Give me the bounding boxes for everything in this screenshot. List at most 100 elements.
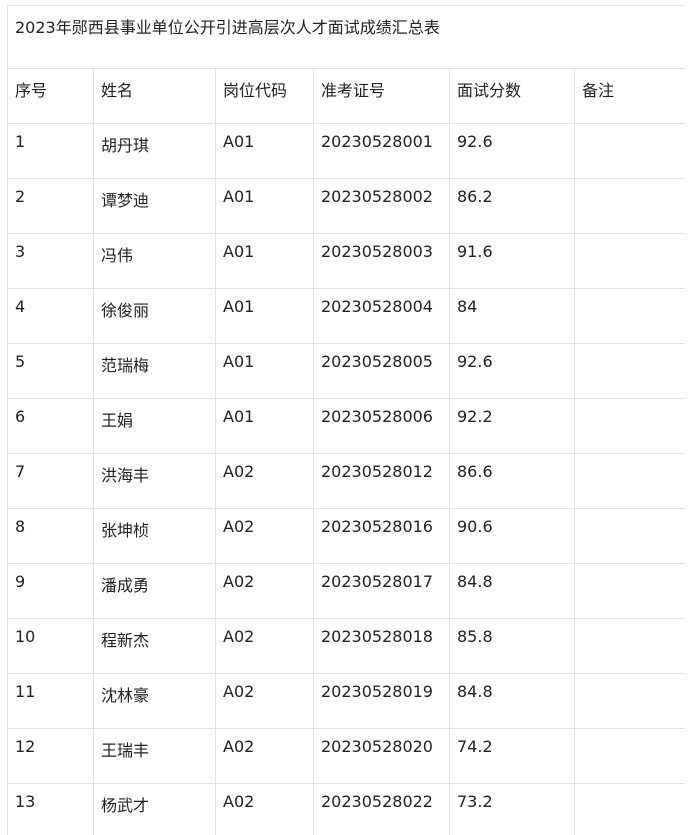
header-post-code: 岗位代码 — [216, 69, 314, 124]
cell-post-code: A01 — [216, 179, 314, 234]
table-row: 7洪海丰A022023052801286.6 — [8, 454, 686, 509]
cell-score: 84 — [450, 289, 575, 344]
cell-post-code: A02 — [216, 509, 314, 564]
cell-ticket-number: 20230528012 — [314, 454, 450, 509]
cell-seq: 1 — [8, 124, 94, 179]
cell-ticket-number: 20230528006 — [314, 399, 450, 454]
cell-name: 洪海丰 — [94, 454, 216, 509]
cell-score: 84.8 — [450, 564, 575, 619]
cell-post-code: A02 — [216, 564, 314, 619]
cell-remarks — [575, 289, 686, 344]
cell-seq: 5 — [8, 344, 94, 399]
table-row: 1胡丹琪A012023052800192.6 — [8, 124, 686, 179]
cell-post-code: A02 — [216, 729, 314, 784]
header-name: 姓名 — [94, 69, 216, 124]
cell-ticket-number: 20230528018 — [314, 619, 450, 674]
table-title: 2023年郧西县事业单位公开引进高层次人才面试成绩汇总表 — [8, 6, 686, 69]
cell-post-code: A01 — [216, 124, 314, 179]
cell-post-code: A02 — [216, 454, 314, 509]
table-row: 9潘成勇A022023052801784.8 — [8, 564, 686, 619]
cell-seq: 2 — [8, 179, 94, 234]
cell-name: 冯伟 — [94, 234, 216, 289]
cell-score: 84.8 — [450, 674, 575, 729]
cell-post-code: A02 — [216, 674, 314, 729]
cell-ticket-number: 20230528022 — [314, 784, 450, 835]
cell-seq: 10 — [8, 619, 94, 674]
cell-name: 范瑞梅 — [94, 344, 216, 399]
cell-ticket-number: 20230528020 — [314, 729, 450, 784]
cell-remarks — [575, 674, 686, 729]
cell-score: 92.6 — [450, 344, 575, 399]
cell-ticket-number: 20230528019 — [314, 674, 450, 729]
cell-name: 胡丹琪 — [94, 124, 216, 179]
cell-ticket-number: 20230528002 — [314, 179, 450, 234]
cell-remarks — [575, 729, 686, 784]
cell-remarks — [575, 509, 686, 564]
cell-score: 90.6 — [450, 509, 575, 564]
cell-ticket-number: 20230528001 — [314, 124, 450, 179]
cell-seq: 12 — [8, 729, 94, 784]
cell-ticket-number: 20230528017 — [314, 564, 450, 619]
cell-score: 92.2 — [450, 399, 575, 454]
title-row: 2023年郧西县事业单位公开引进高层次人才面试成绩汇总表 — [8, 6, 686, 69]
table-row: 13杨武才A022023052802273.2 — [8, 784, 686, 835]
table-row: 11沈林豪A022023052801984.8 — [8, 674, 686, 729]
cell-name: 杨武才 — [94, 784, 216, 835]
cell-score: 85.8 — [450, 619, 575, 674]
cell-post-code: A01 — [216, 234, 314, 289]
table-row: 5范瑞梅A012023052800592.6 — [8, 344, 686, 399]
cell-remarks — [575, 234, 686, 289]
cell-post-code: A02 — [216, 784, 314, 835]
cell-remarks — [575, 784, 686, 835]
cell-score: 92.6 — [450, 124, 575, 179]
cell-ticket-number: 20230528004 — [314, 289, 450, 344]
cell-ticket-number: 20230528016 — [314, 509, 450, 564]
cell-seq: 8 — [8, 509, 94, 564]
cell-ticket-number: 20230528005 — [314, 344, 450, 399]
table-row: 10程新杰A022023052801885.8 — [8, 619, 686, 674]
cell-remarks — [575, 454, 686, 509]
cell-score: 86.2 — [450, 179, 575, 234]
cell-name: 王瑞丰 — [94, 729, 216, 784]
results-table-body: 2023年郧西县事业单位公开引进高层次人才面试成绩汇总表 序号 姓名 岗位代码 … — [8, 6, 686, 835]
cell-post-code: A01 — [216, 289, 314, 344]
cell-remarks — [575, 179, 686, 234]
cell-seq: 11 — [8, 674, 94, 729]
cell-seq: 7 — [8, 454, 94, 509]
cell-score: 73.2 — [450, 784, 575, 835]
cell-score: 91.6 — [450, 234, 575, 289]
cell-seq: 3 — [8, 234, 94, 289]
cell-name: 张坤桢 — [94, 509, 216, 564]
cell-score: 86.6 — [450, 454, 575, 509]
table-row: 6王娟A012023052800692.2 — [8, 399, 686, 454]
cell-post-code: A01 — [216, 344, 314, 399]
cell-name: 谭梦迪 — [94, 179, 216, 234]
cell-seq: 9 — [8, 564, 94, 619]
cell-name: 王娟 — [94, 399, 216, 454]
table-row: 12王瑞丰A022023052802074.2 — [8, 729, 686, 784]
cell-remarks — [575, 399, 686, 454]
cell-seq: 4 — [8, 289, 94, 344]
cell-remarks — [575, 564, 686, 619]
table-row: 4徐俊丽A012023052800484 — [8, 289, 686, 344]
cell-name: 沈林豪 — [94, 674, 216, 729]
cell-name: 徐俊丽 — [94, 289, 216, 344]
table-row: 3冯伟A012023052800391.6 — [8, 234, 686, 289]
cell-name: 程新杰 — [94, 619, 216, 674]
cell-post-code: A01 — [216, 399, 314, 454]
cell-remarks — [575, 344, 686, 399]
header-seq: 序号 — [8, 69, 94, 124]
cell-ticket-number: 20230528003 — [314, 234, 450, 289]
cell-score: 74.2 — [450, 729, 575, 784]
cell-post-code: A02 — [216, 619, 314, 674]
cell-remarks — [575, 124, 686, 179]
table-row: 2谭梦迪A012023052800286.2 — [8, 179, 686, 234]
results-sheet: 2023年郧西县事业单位公开引进高层次人才面试成绩汇总表 序号 姓名 岗位代码 … — [7, 5, 685, 835]
cell-remarks — [575, 619, 686, 674]
header-row: 序号 姓名 岗位代码 准考证号 面试分数 备注 — [8, 69, 686, 124]
cell-seq: 13 — [8, 784, 94, 835]
cell-name: 潘成勇 — [94, 564, 216, 619]
cell-seq: 6 — [8, 399, 94, 454]
table-row: 8张坤桢A022023052801690.6 — [8, 509, 686, 564]
header-remarks: 备注 — [575, 69, 686, 124]
